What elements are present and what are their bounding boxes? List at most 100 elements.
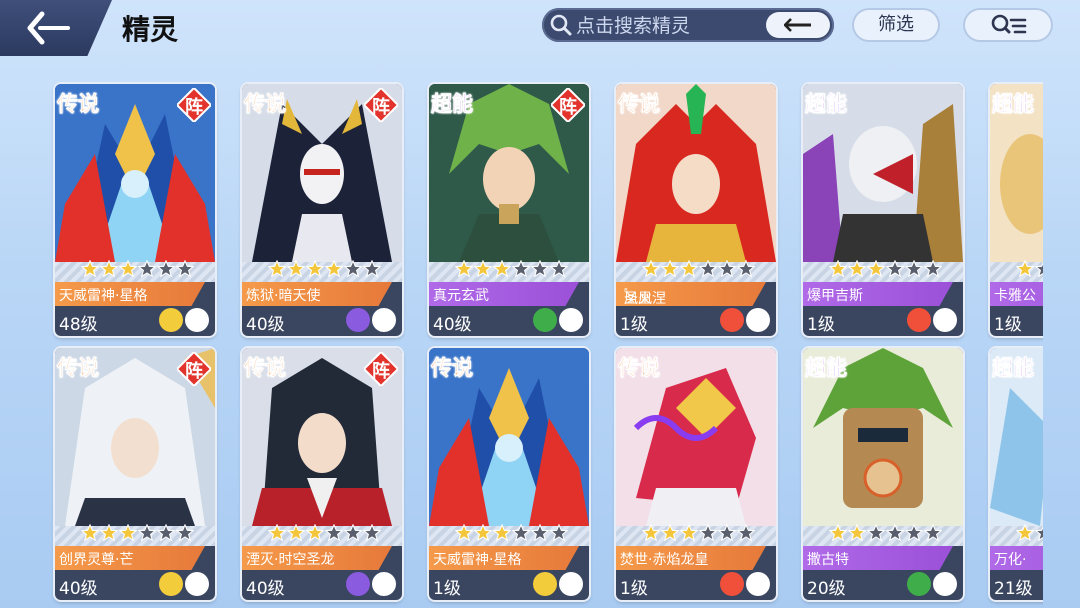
star-icon <box>867 260 885 278</box>
pet-name-bar: 卡雅公 <box>990 282 1043 306</box>
pet-card[interactable]: 传说 阵 湮灭·时空圣龙 40级 <box>242 348 402 600</box>
scale-icon <box>933 308 957 332</box>
star-icon <box>344 260 362 278</box>
pet-level: 40级 <box>59 579 98 599</box>
pet-name: 湮灭·时空圣龙 <box>246 552 335 568</box>
star-icon <box>344 524 362 542</box>
star-icon <box>699 524 717 542</box>
lightning-icon <box>746 308 770 332</box>
star-icon <box>550 524 568 542</box>
book-icon <box>746 572 770 596</box>
pet-name-bar: 焚世·赤焰龙皇 <box>616 546 766 570</box>
pet-name-bar: 爆甲吉斯 <box>803 282 953 306</box>
star-icon <box>848 260 866 278</box>
star-icon <box>718 260 736 278</box>
pet-card[interactable]: 超能 万化· 21级 <box>990 348 1043 600</box>
star-icon <box>119 260 137 278</box>
star-icon <box>905 524 923 542</box>
pet-name-bar: 圣火涅 ⁸ · 凤凰 <box>616 282 766 306</box>
star-icon <box>531 524 549 542</box>
rarity-label: 超能 <box>992 92 1035 117</box>
pet-name-bar: 天威雷神·星格 <box>55 282 205 306</box>
pet-card[interactable]: 传说 圣火涅 ⁸ · 凤凰 1级 <box>616 84 776 336</box>
star-icon <box>924 260 942 278</box>
star-icon <box>138 524 156 542</box>
pet-card[interactable]: 传说 阵 创界灵尊·芒 40级 <box>55 348 215 600</box>
pet-card[interactable]: 超能 撒古特 20级 <box>803 348 963 600</box>
star-icon <box>661 524 679 542</box>
pet-level: 21级 <box>994 579 1033 599</box>
pet-name-bar: 万化· <box>990 546 1043 570</box>
rarity-label: 传说 <box>244 356 287 381</box>
star-icon <box>268 260 286 278</box>
pet-name: 撒古特 <box>807 552 849 568</box>
pet-card[interactable]: 传说 焚世·赤焰龙皇 1级 <box>616 348 776 600</box>
star-icon <box>325 524 343 542</box>
pet-level: 1级 <box>994 315 1022 335</box>
rarity-label: 传说 <box>57 356 100 381</box>
pet-name-bar: 创界灵尊·芒 <box>55 546 205 570</box>
pet-name: 天威雷神·星格 <box>59 288 148 304</box>
pet-name: 焚世·赤焰龙皇 <box>620 552 709 568</box>
rarity-label: 传说 <box>431 356 474 381</box>
pet-level: 1级 <box>620 579 648 599</box>
formation-badge: 阵 <box>362 86 400 124</box>
star-icon <box>138 260 156 278</box>
rarity-label: 传说 <box>244 92 287 117</box>
formation-label: 阵 <box>372 361 390 382</box>
demon-icon <box>346 308 370 332</box>
pet-level: 20级 <box>807 579 846 599</box>
fire-icon <box>907 308 931 332</box>
pet-name: 天威雷神·星格 <box>433 552 522 568</box>
pet-level: 1级 <box>807 315 835 335</box>
pet-level: 48级 <box>59 315 98 335</box>
star-icon <box>680 260 698 278</box>
rarity-label: 传说 <box>618 356 661 381</box>
star-icon <box>905 260 923 278</box>
pet-card[interactable]: 传说 阵 炼狱·暗天使 40级 <box>242 84 402 336</box>
pet-name: 真元玄武 <box>433 288 489 304</box>
wing-icon <box>185 308 209 332</box>
star-icon <box>531 260 549 278</box>
pet-card[interactable]: 超能 爆甲吉斯 1级 <box>803 84 963 336</box>
star-icon <box>474 260 492 278</box>
star-icon <box>306 524 324 542</box>
pet-card[interactable]: 传说 阵 天威雷神·星格 48级 <box>55 84 215 336</box>
formation-label: 阵 <box>372 97 390 118</box>
wing-icon <box>559 572 583 596</box>
pet-card[interactable]: 超能 卡雅公 1级 <box>990 84 1043 336</box>
star-icon <box>1035 261 1043 278</box>
star-icon <box>550 260 568 278</box>
pet-name: 创界灵尊·芒 <box>59 552 134 568</box>
fire-icon <box>720 308 744 332</box>
formation-badge: 阵 <box>175 350 213 388</box>
star-icon <box>176 524 194 542</box>
star-icon <box>119 524 137 542</box>
pet-name: 爆甲吉斯 <box>807 288 863 304</box>
pet-name-bar: 天威雷神·星格 <box>429 546 579 570</box>
rarity-label: 超能 <box>431 92 474 117</box>
formation-badge: 阵 <box>175 86 213 124</box>
demon-icon <box>346 572 370 596</box>
formation-label: 阵 <box>185 361 203 382</box>
star-icon <box>1016 260 1034 278</box>
scale-icon <box>372 308 396 332</box>
star-icon <box>886 260 904 278</box>
sun-icon <box>159 572 183 596</box>
star-icon <box>325 260 343 278</box>
star-icon <box>642 524 660 542</box>
star-icon <box>661 260 679 278</box>
pet-card[interactable]: 传说 天威雷神·星格 1级 <box>429 348 589 600</box>
pet-card[interactable]: 超能 阵 真元玄武 40级 <box>429 84 589 336</box>
formation-badge: 阵 <box>549 86 587 124</box>
pet-level: 40级 <box>433 315 472 335</box>
pet-grid: 传说 阵 天威雷神·星格 48级 传说 阵 炼狱·暗天使 40级 超能 阵 真元… <box>0 0 1043 608</box>
pet-level: 1级 <box>433 579 461 599</box>
star-icon <box>157 524 175 542</box>
star-icon <box>493 524 511 542</box>
rarity-label: 超能 <box>992 356 1035 381</box>
wing-icon <box>372 572 396 596</box>
star-icon <box>512 260 530 278</box>
pet-name: 卡雅公 <box>994 288 1036 304</box>
pet-name: 万化· <box>994 552 1027 568</box>
